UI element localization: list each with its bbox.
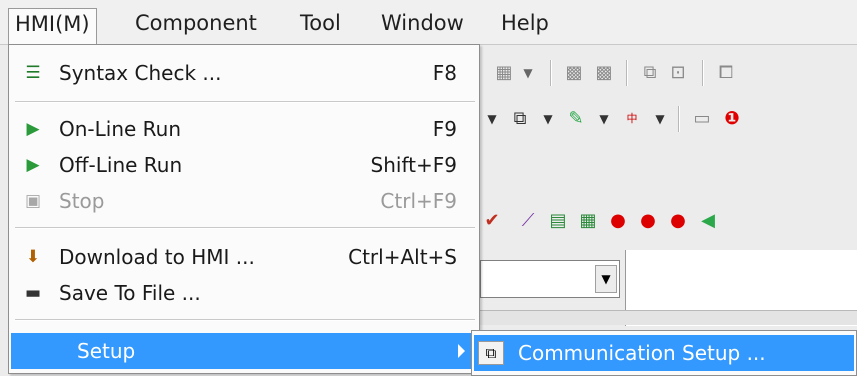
communication-icon[interactable]: ⧉: [508, 109, 532, 129]
menu-separator: [15, 101, 475, 103]
submenu-arrow-icon: [458, 344, 465, 358]
toolbar-separator: [678, 106, 680, 132]
syntax-check-icon: ☰: [25, 63, 41, 83]
alarm-record-icon[interactable]: ●: [606, 211, 630, 231]
menu-item-download[interactable]: ⬇ Download to HMI ... Ctrl+Alt+S: [11, 239, 477, 275]
menu-item-shortcut: Ctrl+F9: [380, 189, 457, 213]
grid-icon[interactable]: ▩: [562, 63, 586, 83]
alarm-icon[interactable]: ❶: [720, 109, 744, 129]
menu-item-label: Setup: [77, 339, 136, 363]
menu-item-label: Communication Setup ...: [518, 341, 766, 365]
alarm-list-icon[interactable]: ●: [636, 211, 660, 231]
background-combo[interactable]: ▼: [480, 260, 620, 298]
brush-icon[interactable]: ✎: [564, 109, 588, 129]
toolbar-separator: [702, 60, 704, 86]
data-chart-icon[interactable]: ▤: [546, 211, 570, 231]
order-icon[interactable]: ⊡: [666, 63, 690, 83]
table-icon[interactable]: ▦: [576, 211, 600, 231]
menu-hmi[interactable]: HMI(M): [8, 8, 97, 45]
menu-item-shortcut: F9: [432, 117, 457, 141]
save-file-icon: ▬: [24, 283, 42, 303]
menu-item-shortcut: F8: [432, 61, 457, 85]
toolbar-row-2: ▼ ⧉ ▼ ✎ ▼ 中 ▼ ▭ ❶: [480, 98, 857, 140]
printer-icon[interactable]: ▭: [690, 109, 714, 129]
alarm-history-icon[interactable]: ●: [666, 211, 690, 231]
trend-icon[interactable]: ⟋: [516, 211, 540, 231]
dropdown-arrow-icon[interactable]: ▼: [516, 63, 540, 83]
arrow-left-icon[interactable]: ◀: [696, 211, 720, 231]
hmi-dropdown-menu: ☰ Syntax Check ... F8 ▶ On-Line Run F9 ▶…: [8, 44, 480, 374]
dropdown-arrow-icon[interactable]: ▼: [480, 109, 504, 129]
check-icon[interactable]: ✔: [480, 211, 504, 231]
dropdown-arrow-icon[interactable]: ▼: [648, 109, 672, 129]
stop-icon: ▣: [24, 191, 42, 211]
menu-item-label: Stop: [59, 189, 105, 213]
menu-item-save-file[interactable]: ▬ Save To File ...: [11, 275, 477, 311]
menu-item-syntax-check[interactable]: ☰ Syntax Check ... F8: [11, 55, 477, 91]
menu-item-label: On-Line Run: [59, 117, 182, 141]
communication-setup-icon: ⧉: [478, 341, 504, 365]
download-icon: ⬇: [25, 247, 41, 267]
dropdown-arrow-icon[interactable]: ▼: [592, 109, 616, 129]
menu-item-online-run[interactable]: ▶ On-Line Run F9: [11, 111, 477, 147]
menu-item-shortcut: Ctrl+Alt+S: [348, 245, 457, 269]
offline-run-icon: ▶: [26, 155, 40, 175]
toolbar-row-1: ▦ ▼ ▩ ▩ ⧉ ⊡ ⧠: [480, 52, 857, 94]
menu-help[interactable]: Help: [495, 8, 555, 38]
menu-item-label: Off-Line Run: [59, 153, 183, 177]
menu-tool[interactable]: Tool: [294, 8, 347, 38]
align-icon[interactable]: ▦: [492, 63, 516, 83]
menu-separator: [15, 319, 475, 321]
menu-separator: [15, 227, 475, 229]
menu-item-label: Download to HMI ...: [59, 245, 255, 269]
toolbar-separator: [626, 60, 628, 86]
menu-item-communication-setup[interactable]: ⧉ Communication Setup ...: [474, 335, 854, 371]
setup-submenu: ⧉ Communication Setup ...: [471, 330, 857, 376]
grid-alt-icon[interactable]: ▩: [592, 63, 616, 83]
menu-item-setup[interactable]: Setup: [11, 333, 477, 369]
background-strip: [480, 310, 857, 325]
menu-item-label: Syntax Check ...: [59, 61, 222, 85]
copy-icon[interactable]: ⧠: [714, 63, 738, 83]
menu-item-label: Save To File ...: [59, 281, 201, 305]
toolbar-row-3: ✔ ⟋ ▤ ▦ ● ● ● ◀: [480, 200, 857, 242]
menu-item-offline-run[interactable]: ▶ Off-Line Run Shift+F9: [11, 147, 477, 183]
dropdown-arrow-icon[interactable]: ▼: [536, 109, 560, 129]
chevron-down-icon[interactable]: ▼: [595, 265, 617, 293]
toolbar-separator: [550, 60, 552, 86]
menu-bar: HMI(M) Component Tool Window Help: [0, 0, 857, 45]
menu-component[interactable]: Component: [129, 8, 263, 38]
group-icon[interactable]: ⧉: [638, 63, 662, 83]
menu-window[interactable]: Window: [375, 8, 470, 38]
menu-item-stop: ▣ Stop Ctrl+F9: [11, 183, 477, 219]
menu-item-shortcut: Shift+F9: [370, 153, 457, 177]
language-icon[interactable]: 中: [620, 109, 644, 129]
online-run-icon: ▶: [26, 119, 40, 139]
